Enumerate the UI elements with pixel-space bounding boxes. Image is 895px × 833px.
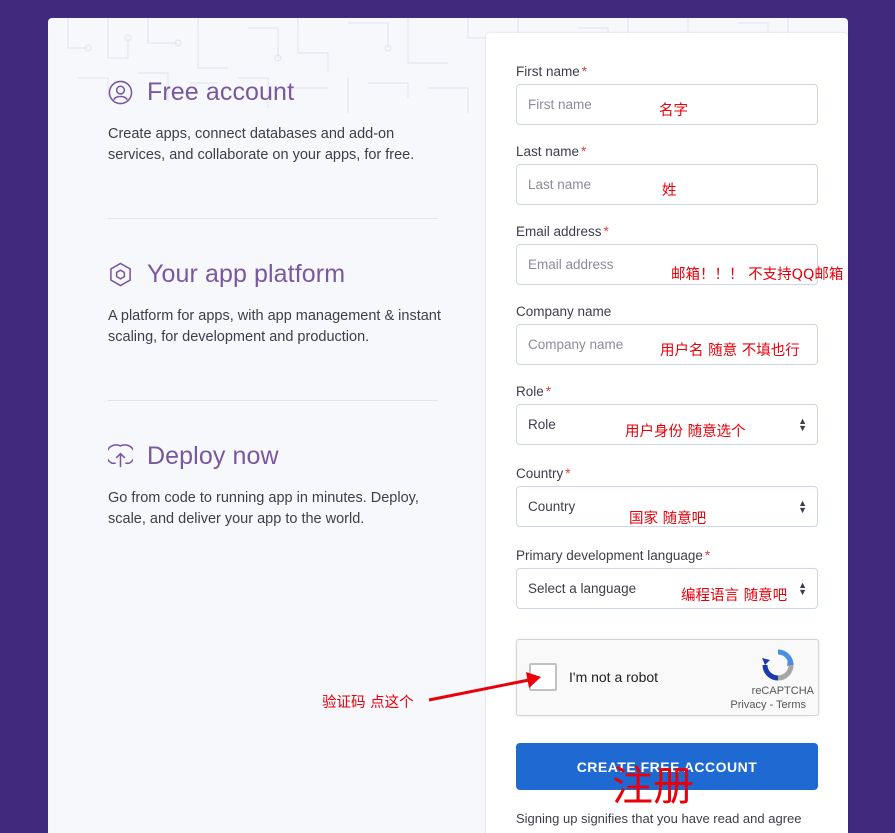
recaptcha-logo-icon (762, 649, 794, 681)
privacy-link[interactable]: Privacy (730, 699, 766, 711)
language-select-value: Select a language (528, 581, 637, 596)
annotation-last-name: 姓 (662, 183, 677, 199)
country-label: Country * (516, 466, 571, 481)
divider (108, 400, 438, 401)
upload-arrow-icon (108, 444, 133, 468)
required-marker: * (545, 384, 552, 399)
required-marker: * (704, 548, 711, 563)
annotation-email: 邮箱！！！ 不支持QQ邮箱 (671, 267, 844, 283)
link-separator: - (766, 699, 777, 711)
required-marker: * (581, 144, 587, 159)
terms-link[interactable]: Terms (776, 699, 806, 711)
hexagon-icon (110, 262, 131, 287)
feature-app-platform: Your app platform A platform for apps, w… (108, 260, 448, 348)
annotation-company: 用户名 随意 不填也行 (660, 343, 800, 359)
role-field: Role * Role ▲ ▼ (516, 384, 818, 445)
company-field: Company name Company name (516, 304, 818, 365)
feature-deploy-now: Deploy now Go from code to running app i… (108, 442, 448, 530)
user-circle-icon (108, 80, 133, 105)
annotation-captcha: 验证码 点这个 (322, 695, 414, 711)
divider (108, 218, 438, 219)
recaptcha-widget: I'm not a robot reCAPTCHA Privacy - Term… (516, 639, 819, 716)
company-label: Company name (516, 304, 612, 319)
red-arrow-icon (428, 672, 541, 702)
sort-arrows-icon: ▲ ▼ (798, 416, 807, 433)
recaptcha-brand: reCAPTCHA (751, 685, 814, 697)
feature-description: Create apps, connect databases and add-o… (108, 126, 415, 163)
feature-title: Deploy now (147, 442, 279, 470)
last-name-label: Last name * (516, 144, 587, 159)
feature-title: Your app platform (147, 260, 346, 288)
language-label: Primary development language * (516, 548, 711, 563)
first-name-label: First name * (516, 64, 588, 79)
signup-note: Signing up signifies that you have read … (516, 811, 802, 826)
country-select-value: Country (528, 499, 576, 514)
feature-description: A platform for apps, with app management… (108, 308, 441, 345)
country-field: Country * Country ▲ ▼ (516, 466, 818, 527)
recaptcha-links: Privacy - Terms (730, 699, 806, 711)
email-field: Email address * Email address (516, 224, 818, 285)
annotation-role: 用户身份 随意选个 (625, 424, 746, 440)
annotation-register: 注册 (612, 762, 694, 810)
language-field: Primary development language * Select a l… (516, 548, 818, 609)
role-label: Role * (516, 384, 552, 399)
required-marker: * (581, 64, 588, 79)
role-select-value: Role (528, 417, 556, 432)
annotation-first-name: 名字 (659, 103, 688, 119)
feature-title: Free account (147, 78, 295, 106)
required-marker: * (565, 466, 571, 481)
sort-arrows-icon: ▲ ▼ (798, 580, 807, 597)
recaptcha-label: I'm not a robot (569, 669, 659, 685)
feature-free-account: Free account Create apps, connect databa… (108, 78, 448, 166)
annotation-language: 编程语言 随意吧 (681, 588, 788, 604)
sort-arrows-icon: ▲ ▼ (798, 498, 807, 515)
annotation-country: 国家 随意吧 (629, 511, 707, 527)
first-name-field: First name * First name (516, 64, 818, 125)
required-marker: * (603, 224, 609, 239)
email-label: Email address * (516, 224, 609, 239)
last-name-field: Last name * Last name (516, 144, 818, 205)
feature-description: Go from code to running app in minutes. … (108, 490, 419, 527)
